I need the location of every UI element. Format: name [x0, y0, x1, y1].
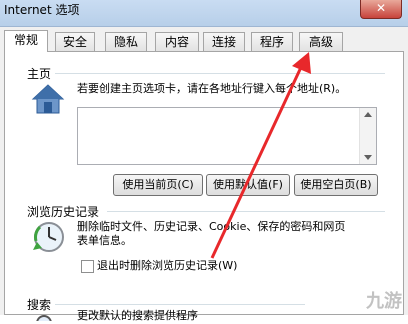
history-description-2: 表单信息。 — [77, 234, 132, 247]
delete-on-exit-label[interactable]: 退出时删除浏览历史记录(W) — [97, 257, 237, 273]
dialog-body: 常规 安全 隐私 内容 连接 程序 高级 主页 若要创建主页选项卡，请在各地址行… — [0, 27, 408, 324]
title-bar: Internet 选项 ✕ — [0, 0, 408, 27]
tab-connections[interactable]: 连接 — [203, 32, 245, 51]
search-description: 更改默认的搜索提供程序 — [77, 309, 198, 322]
close-button[interactable]: ✕ — [360, 0, 402, 19]
tab-security[interactable]: 安全 — [55, 32, 95, 51]
home-section-label: 主页 — [27, 67, 52, 81]
home-separator — [55, 73, 385, 74]
use-current-button[interactable]: 使用当前页(C) — [113, 174, 203, 196]
tab-general[interactable]: 常规 — [4, 30, 48, 52]
watermark-logo: 九游 — [366, 291, 402, 312]
search-icon — [35, 310, 57, 324]
tab-privacy[interactable]: 隐私 — [105, 32, 147, 51]
general-panel: 主页 若要创建主页选项卡，请在各地址行键入每个地址(R)。 使用当前页(C) 使… — [4, 51, 404, 324]
tab-advanced[interactable]: 高级 — [299, 32, 343, 51]
house-icon — [31, 82, 65, 119]
use-blank-button[interactable]: 使用空白页(B) — [294, 174, 378, 196]
delete-on-exit-checkbox[interactable] — [81, 260, 94, 273]
scrollbar[interactable] — [359, 108, 376, 164]
window-title: Internet 选项 — [4, 3, 80, 17]
tab-programs[interactable]: 程序 — [251, 32, 293, 51]
clock-icon — [31, 220, 67, 257]
tab-content[interactable]: 内容 — [155, 32, 199, 51]
use-default-button[interactable]: 使用默认值(F) — [206, 174, 290, 196]
search-separator — [55, 304, 305, 305]
home-description: 若要创建主页选项卡，请在各地址行键入每个地址(R)。 — [77, 82, 347, 95]
home-page-urls[interactable] — [77, 107, 377, 165]
close-icon: ✕ — [375, 1, 387, 15]
history-description-1: 删除临时文件、历史记录、Cookie、保存的密码和网页 — [77, 220, 346, 233]
history-separator — [107, 211, 385, 212]
history-section-label: 浏览历史记录 — [27, 205, 100, 219]
